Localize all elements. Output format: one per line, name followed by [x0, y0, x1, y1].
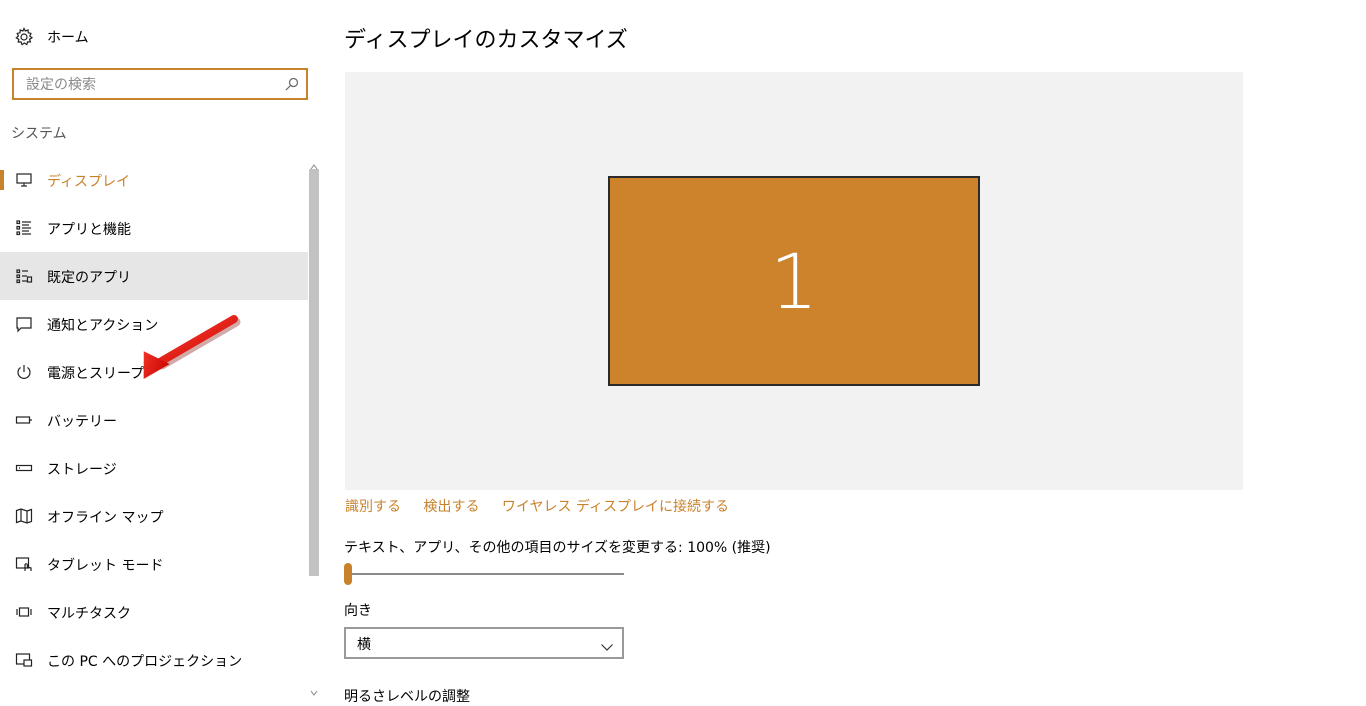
orientation-select[interactable]: 横	[344, 627, 624, 659]
display-links: 識別する 検出する ワイヤレス ディスプレイに接続する	[345, 496, 747, 516]
sidebar-item-label: マルチタスク	[47, 606, 131, 622]
section-title: システム	[11, 126, 67, 142]
power-icon	[15, 363, 33, 381]
slider-thumb[interactable]	[344, 563, 352, 585]
battery-icon	[15, 411, 33, 429]
sidebar-nav: ディスプレイ アプリと機能 既定のアプリ 通知とアクション 電源とスリープ バッ…	[0, 156, 308, 684]
sidebar-item-projection[interactable]: この PC へのプロジェクション	[0, 636, 308, 684]
home-button[interactable]: ホーム	[0, 18, 310, 54]
sidebar-item-tablet-mode[interactable]: タブレット モード	[0, 540, 308, 588]
sidebar-item-label: 通知とアクション	[47, 318, 159, 334]
display-preview: 1	[345, 72, 1243, 490]
default-apps-icon	[15, 267, 33, 285]
sidebar-item-notifications[interactable]: 通知とアクション	[0, 300, 308, 348]
main-content: ディスプレイのカスタマイズ 1 識別する 検出する ワイヤレス ディスプレイに接…	[320, 0, 1366, 705]
scale-slider[interactable]	[344, 563, 624, 585]
sidebar-item-label: バッテリー	[47, 414, 117, 430]
tablet-mode-icon	[15, 555, 33, 573]
scrollbar-thumb[interactable]	[309, 169, 319, 576]
multitask-icon	[15, 603, 33, 621]
sidebar-item-default-apps[interactable]: 既定のアプリ	[0, 252, 308, 300]
sidebar-item-label: オフライン マップ	[47, 510, 164, 526]
apps-list-icon	[15, 219, 33, 237]
sidebar-item-apps-features[interactable]: アプリと機能	[0, 204, 308, 252]
sidebar-item-label: 電源とスリープ	[47, 366, 145, 382]
search-box[interactable]	[12, 68, 308, 100]
sidebar-item-label: アプリと機能	[47, 222, 131, 238]
chevron-down-icon[interactable]	[309, 683, 319, 696]
sidebar-item-display[interactable]: ディスプレイ	[0, 156, 308, 204]
monitor-icon	[15, 171, 33, 189]
sidebar-item-power-sleep[interactable]: 電源とスリープ	[0, 348, 308, 396]
sidebar-item-multitasking[interactable]: マルチタスク	[0, 588, 308, 636]
search-icon[interactable]	[284, 76, 300, 92]
sidebar-item-label: タブレット モード	[47, 558, 164, 574]
sidebar-item-label: ストレージ	[47, 462, 117, 478]
chevron-down-icon	[600, 637, 614, 651]
page-title: ディスプレイのカスタマイズ	[344, 28, 628, 53]
brightness-label: 明るさレベルの調整	[344, 689, 470, 705]
sidebar-item-battery[interactable]: バッテリー	[0, 396, 308, 444]
monitor-number: 1	[769, 236, 819, 326]
chevron-up-icon[interactable]	[309, 157, 319, 170]
projection-icon	[15, 651, 33, 669]
gear-icon	[14, 27, 34, 47]
sidebar-scrollbar[interactable]	[308, 155, 320, 696]
sidebar-item-label: ディスプレイ	[47, 174, 131, 190]
sidebar-item-label: この PC へのプロジェクション	[47, 654, 243, 670]
scale-label: テキスト、アプリ、その他の項目のサイズを変更する: 100% (推奨)	[344, 540, 771, 556]
sidebar: ホーム システム ディスプレイ	[0, 0, 320, 696]
detect-link[interactable]: 検出する	[423, 499, 479, 515]
identify-link[interactable]: 識別する	[345, 499, 401, 515]
monitor-tile[interactable]: 1	[608, 176, 980, 386]
sidebar-item-storage[interactable]: ストレージ	[0, 444, 308, 492]
slider-track[interactable]	[344, 573, 624, 575]
map-icon	[15, 507, 33, 525]
notification-icon	[15, 315, 33, 333]
storage-icon	[15, 459, 33, 477]
search-input[interactable]	[24, 71, 278, 99]
sidebar-item-label: 既定のアプリ	[47, 270, 131, 286]
orientation-value: 横	[357, 637, 371, 653]
sidebar-item-offline-maps[interactable]: オフライン マップ	[0, 492, 308, 540]
wireless-display-link[interactable]: ワイヤレス ディスプレイに接続する	[502, 499, 729, 515]
home-label: ホーム	[47, 30, 89, 46]
orientation-label: 向き	[344, 603, 372, 619]
